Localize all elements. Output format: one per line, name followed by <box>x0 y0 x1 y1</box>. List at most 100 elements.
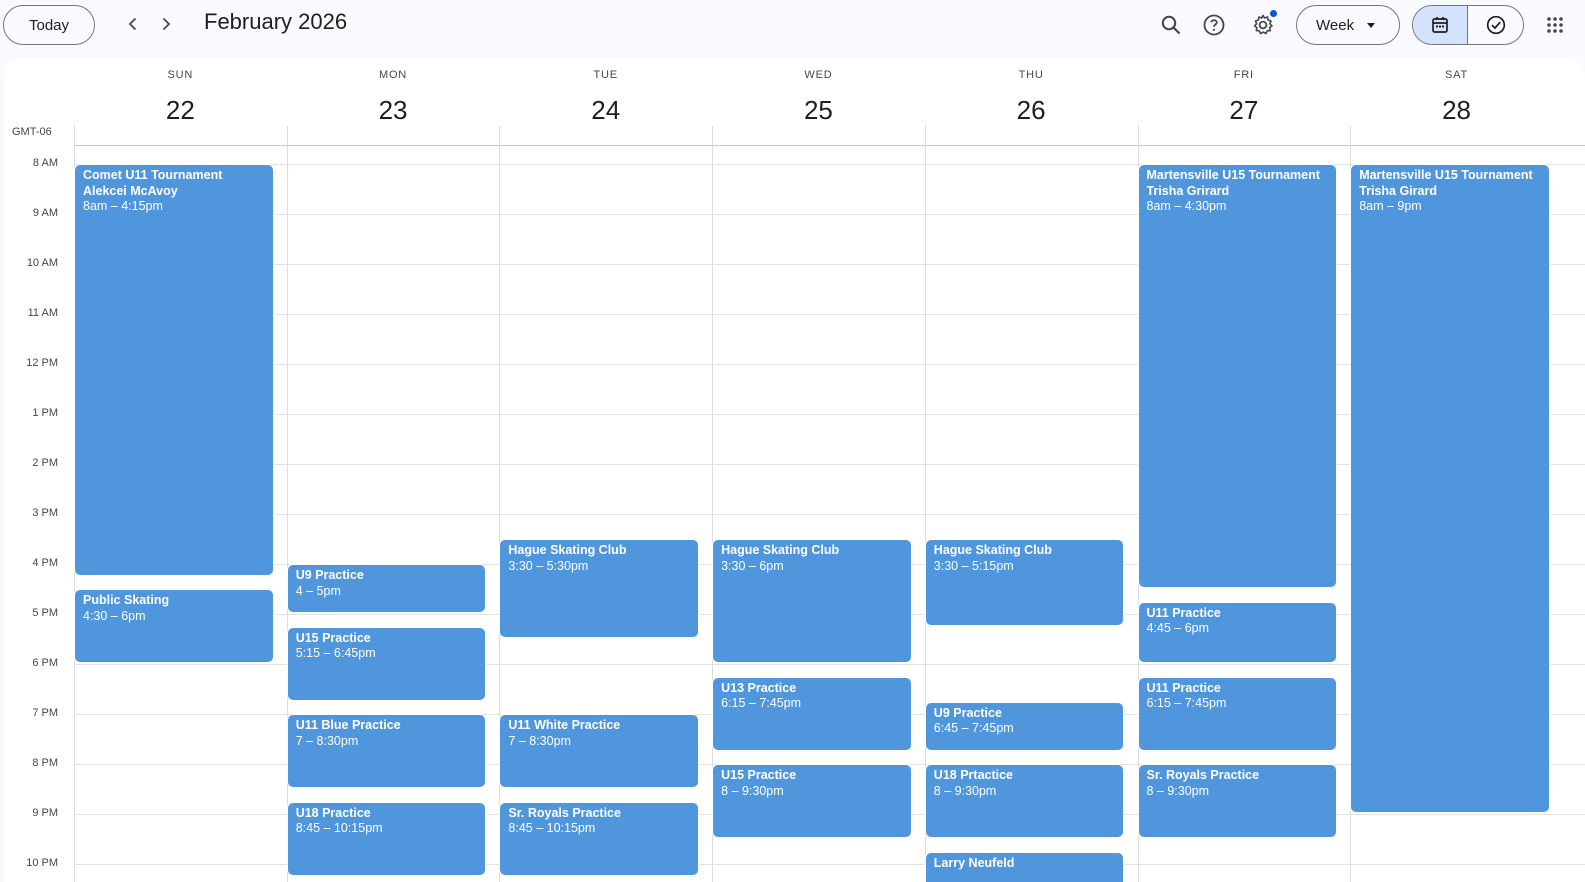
event-time: 8am – 4:30pm <box>1146 199 1227 213</box>
view-dropdown-label: Week <box>1316 16 1355 34</box>
event-title: Hague Skating Club <box>721 543 840 557</box>
day-number[interactable]: 24 <box>499 95 712 126</box>
notification-dot <box>1270 10 1277 17</box>
header-divider <box>74 145 1585 146</box>
calendar-event[interactable]: U9 Practice 6:45 – 7:45pm <box>925 702 1124 750</box>
event-time: 8:45 – 10:15pm <box>295 821 383 835</box>
event-title: U11 Practice <box>1146 605 1221 620</box>
calendar-event[interactable]: U11 Practice 4:45 – 6pm <box>1138 602 1337 662</box>
day-number[interactable]: 25 <box>712 95 925 126</box>
gear-icon[interactable] <box>1246 8 1280 42</box>
event-time: 3:30 – 5:30pm <box>508 558 589 573</box>
calendar-event[interactable]: U9 Practice 4 – 5pm <box>287 565 486 612</box>
event-title: U9 Practice <box>933 705 1002 720</box>
day-name: FRI <box>1233 69 1254 81</box>
event-title: Martensville U15 Tournament Trisha Grira… <box>1146 168 1320 198</box>
event-time: 4:45 – 6pm <box>1146 621 1210 635</box>
day-number[interactable]: 27 <box>1138 95 1351 126</box>
event-time: 7 – 8:30pm <box>295 733 359 748</box>
event-title: U15 Practice <box>295 630 371 645</box>
header-tick <box>712 126 714 146</box>
chevron-left-icon[interactable] <box>117 8 149 40</box>
today-button[interactable]: Today <box>3 5 95 45</box>
view-dropdown[interactable]: Week <box>1296 5 1400 45</box>
calendar-event[interactable]: Sr. Royals Practice 8 – 9:30pm <box>1138 765 1337 837</box>
calendar-event[interactable]: Hague Skating Club 3:30 – 6pm <box>713 540 911 662</box>
event-title: Comet U11 Tournament Alekcei McAvoy <box>83 168 223 198</box>
day-number[interactable]: 22 <box>74 95 287 126</box>
month-title: February 2026 <box>204 9 348 34</box>
calendar-event[interactable]: U13 Practice 6:15 – 7:45pm <box>713 677 911 750</box>
day-number[interactable]: 23 <box>287 95 500 126</box>
day-name: THU <box>1018 69 1044 81</box>
calendar-event[interactable]: Martensville U15 Tournament Trisha Girar… <box>1351 165 1549 812</box>
apps-grid-icon[interactable] <box>1538 8 1572 42</box>
hour-label: 4 PM <box>32 557 58 569</box>
calendar-event[interactable]: U11 Practice 6:15 – 7:45pm <box>1138 677 1337 750</box>
day-name: TUE <box>593 69 618 81</box>
hour-label: 1 PM <box>32 407 58 419</box>
event-time: 8:45 – 10:15pm <box>508 821 596 835</box>
hour-label: 8 AM <box>32 157 58 169</box>
calendar-event[interactable]: Public Skating 4:30 – 6pm <box>75 590 273 662</box>
event-time: 4 – 5pm <box>295 583 341 598</box>
event-title: Larry Neufeld <box>933 855 1015 870</box>
calendar-event[interactable]: U11 White Practice 7 – 8:30pm <box>500 715 699 787</box>
event-time: 3:30 – 6pm <box>721 558 784 573</box>
check-circle-icon[interactable] <box>1468 6 1523 44</box>
calendar-event[interactable]: Sr. Royals Practice 8:45 – 10:15pm <box>500 802 699 875</box>
timezone-label: GMT-06 <box>12 126 52 138</box>
event-title: Sr. Royals Practice <box>508 805 621 820</box>
event-time: 6:45 – 7:45pm <box>933 721 1014 735</box>
hour-label: 8 PM <box>32 757 58 769</box>
search-icon[interactable] <box>1154 8 1188 42</box>
header-tick <box>1137 126 1139 146</box>
event-title: U15 Practice <box>721 768 797 782</box>
calendar-event[interactable]: Comet U11 Tournament Alekcei McAvoy 8am –… <box>75 165 273 575</box>
event-title: U13 Practice <box>721 680 797 695</box>
hour-label: 2 PM <box>32 457 58 469</box>
event-time: 3:30 – 5:15pm <box>933 558 1014 573</box>
chevron-right-icon[interactable] <box>150 8 182 40</box>
hour-label: 11 AM <box>27 307 58 319</box>
event-time: 6:15 – 7:45pm <box>721 696 802 710</box>
calendar-icon[interactable] <box>1413 6 1469 44</box>
hour-label: 12 PM <box>26 357 58 369</box>
week-grid: GMT-06 SUN 22 MON 23 TUE 24 WED 25 THU 26 FRI 27 SAT… <box>4 58 1585 882</box>
day-number[interactable]: 28 <box>1350 95 1563 126</box>
event-time: 8 – 9:30pm <box>721 783 784 798</box>
event-time: 8am – 4:15pm <box>83 199 163 213</box>
event-title: Hague Skating Club <box>933 543 1052 557</box>
hour-label: 9 AM <box>32 207 58 219</box>
event-time: 8am – 9pm <box>1359 199 1422 213</box>
top-toolbar: Today February 2026 Week <box>0 0 1585 52</box>
calendar-event[interactable]: Martensville U15 Tournament Trisha Grira… <box>1138 165 1337 587</box>
event-time: 7 – 8:30pm <box>508 733 571 748</box>
calendar-event[interactable]: U11 Blue Practice 7 – 8:30pm <box>287 715 486 787</box>
day-number[interactable]: 26 <box>925 95 1138 126</box>
hour-label: 10 PM <box>26 857 58 869</box>
header-tick <box>499 126 501 146</box>
calendar-event[interactable]: Hague Skating Club 3:30 – 5:15pm <box>925 540 1124 625</box>
calendar-event[interactable]: Hague Skating Club 3:30 – 5:30pm <box>500 540 699 637</box>
day-name: MON <box>378 69 408 81</box>
event-title: U18 Prtactice <box>933 768 1014 782</box>
calendar-event[interactable]: U15 Practice 5:15 – 6:45pm <box>287 627 486 700</box>
event-title: U11 Practice <box>1146 680 1221 695</box>
event-title: U18 Practice <box>295 805 371 820</box>
calendar-event[interactable]: U15 Practice 8 – 9:30pm <box>713 765 911 837</box>
calendar-event[interactable]: U18 Practice 8:45 – 10:15pm <box>287 802 486 875</box>
day-name: SUN <box>167 69 194 81</box>
event-title: Martensville U15 Tournament Trisha Girar… <box>1359 168 1533 198</box>
help-icon[interactable] <box>1197 8 1231 42</box>
event-title: U9 Practice <box>295 568 364 582</box>
hour-label: 3 PM <box>32 507 58 519</box>
event-title: U11 White Practice <box>508 718 621 732</box>
event-time: 8 – 9:30pm <box>1146 783 1210 798</box>
calendar-event[interactable]: Larry Neufeld <box>925 852 1124 882</box>
hour-label: 6 PM <box>32 657 58 669</box>
calendar-event[interactable]: U18 Prtactice 8 – 9:30pm <box>925 765 1124 837</box>
event-time: 4:30 – 6pm <box>83 608 146 623</box>
hour-label: 7 PM <box>32 707 58 719</box>
header-tick <box>74 126 75 146</box>
